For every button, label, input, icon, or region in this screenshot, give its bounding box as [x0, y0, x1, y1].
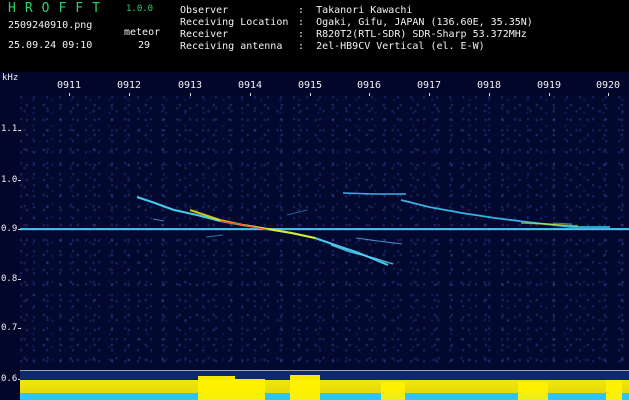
spectrogram-overlay	[20, 192, 629, 400]
meteor-trail-lower	[330, 244, 394, 265]
signal-burst-5	[518, 382, 548, 400]
signal-burst-1	[198, 376, 235, 400]
meteor-fragment-3	[286, 209, 308, 216]
signal-burst-3	[290, 375, 320, 400]
meteor-trail-right	[400, 199, 610, 228]
meteor-trail-lower-short	[355, 237, 403, 245]
signal-burst-6	[606, 380, 622, 400]
meteor-trail-hot	[189, 209, 316, 239]
meteor-trail-main	[136, 196, 389, 266]
signal-burst-2	[235, 379, 265, 400]
signal-burst-4	[381, 382, 405, 400]
meteor-trail-upper-right	[342, 192, 406, 195]
meteor-fragment-1	[152, 218, 165, 222]
meteor-fragment-2	[205, 234, 224, 238]
